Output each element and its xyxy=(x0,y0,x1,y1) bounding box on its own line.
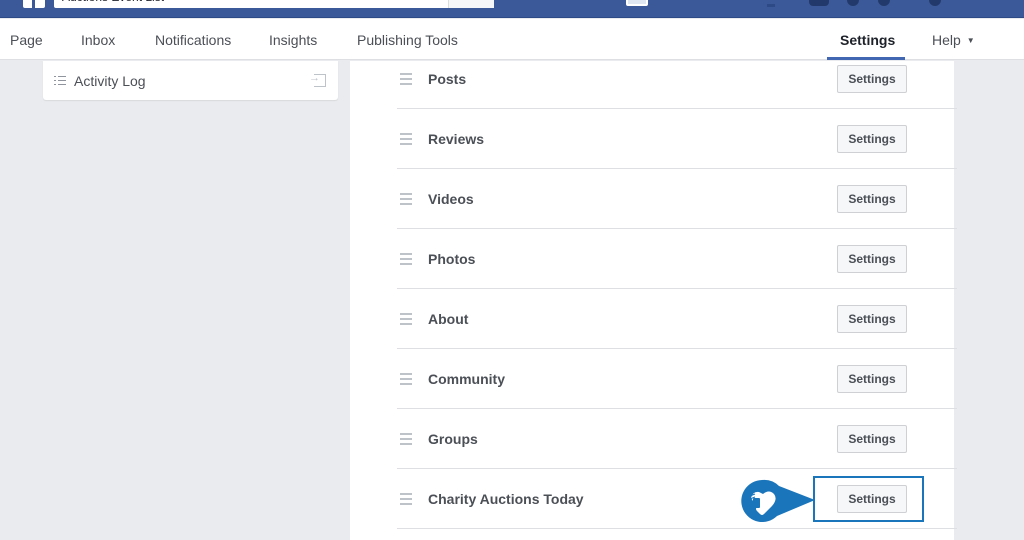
messages-icon[interactable] xyxy=(847,0,859,6)
activity-log-label: Activity Log xyxy=(74,73,146,89)
drag-handle-icon[interactable] xyxy=(400,253,412,265)
tab-help[interactable]: Help ▼ xyxy=(932,32,975,48)
drag-handle-icon[interactable] xyxy=(400,313,412,325)
search-input-value: Auctions Event List xyxy=(62,0,164,4)
tab-publishing-tools[interactable]: Publishing Tools xyxy=(357,32,458,48)
search-input[interactable]: Auctions Event List ⚲ xyxy=(54,0,494,8)
drag-handle-icon[interactable] xyxy=(400,493,412,505)
tab-notifications[interactable]: Notifications xyxy=(155,32,231,48)
tab-help-label: Help xyxy=(932,32,961,48)
about-settings-button[interactable]: Settings xyxy=(837,305,907,333)
tabs-settings-panel: Posts Settings Reviews Settings Videos S… xyxy=(350,61,957,540)
tab-row-groups: Groups Settings xyxy=(397,409,957,469)
drag-handle-icon[interactable] xyxy=(400,73,412,85)
notifications-globe-icon[interactable] xyxy=(878,0,890,6)
page-tab-bar: Page Inbox Notifications Insights Publis… xyxy=(0,19,1024,60)
caret-down-icon: ▼ xyxy=(966,36,975,45)
quick-help-icon[interactable] xyxy=(929,0,941,6)
exit-arrow-icon xyxy=(309,72,326,87)
tab-row-videos: Videos Settings xyxy=(397,169,957,229)
tab-row-photos: Photos Settings xyxy=(397,229,957,289)
tab-row-label: Reviews xyxy=(428,131,485,147)
tab-insights[interactable]: Insights xyxy=(269,32,317,48)
divider xyxy=(767,4,775,7)
drag-handle-icon[interactable] xyxy=(400,133,412,145)
highlight-box xyxy=(813,476,924,522)
friend-requests-icon[interactable] xyxy=(809,0,829,6)
drag-handle-icon[interactable] xyxy=(400,373,412,385)
list-icon xyxy=(54,75,66,85)
drag-handle-icon[interactable] xyxy=(400,433,412,445)
search-button[interactable]: ⚲ xyxy=(448,0,494,8)
posts-settings-button[interactable]: Settings xyxy=(837,65,907,93)
tab-row-label: Photos xyxy=(428,251,476,267)
facebook-logo-icon[interactable] xyxy=(23,0,45,8)
tab-row-label: About xyxy=(428,311,469,327)
reviews-settings-button[interactable]: Settings xyxy=(837,125,907,153)
tab-page[interactable]: Page xyxy=(10,32,43,48)
callout-pointer-icon xyxy=(741,479,815,522)
tab-row-about: About Settings xyxy=(397,289,957,349)
tab-row-label: Charity Auctions Today xyxy=(428,491,584,507)
profile-avatar-icon[interactable] xyxy=(626,0,648,6)
photos-settings-button[interactable]: Settings xyxy=(837,245,907,273)
tab-row-label: Community xyxy=(428,371,505,387)
activity-log-link[interactable]: Activity Log xyxy=(43,61,338,100)
tab-row-reviews: Reviews Settings xyxy=(397,109,957,169)
community-settings-button[interactable]: Settings xyxy=(837,365,907,393)
groups-settings-button[interactable]: Settings xyxy=(837,425,907,453)
tab-row-label: Groups xyxy=(428,431,478,447)
tab-row-label: Videos xyxy=(428,191,474,207)
search-icon: ⚲ xyxy=(467,0,474,1)
tab-row-label: Posts xyxy=(428,71,467,87)
active-tab-indicator xyxy=(827,57,905,60)
videos-settings-button[interactable]: Settings xyxy=(837,185,907,213)
top-navigation-bar: Auctions Event List ⚲ xyxy=(0,0,1024,18)
drag-handle-icon[interactable] xyxy=(400,193,412,205)
tab-row-community: Community Settings xyxy=(397,349,957,409)
tab-settings[interactable]: Settings xyxy=(840,32,895,48)
tab-row-posts: Posts Settings xyxy=(397,61,957,109)
tab-inbox[interactable]: Inbox xyxy=(81,32,115,48)
